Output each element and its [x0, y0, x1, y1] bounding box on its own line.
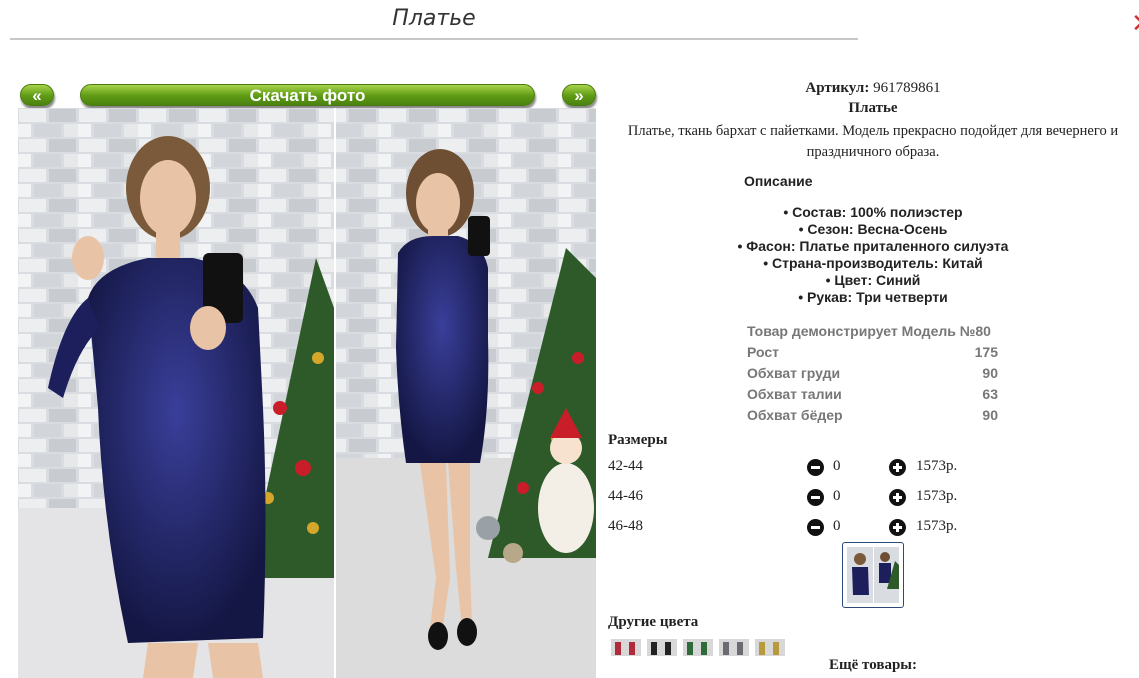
color-variant-thumbnail[interactable]	[719, 639, 749, 656]
plus-icon[interactable]	[889, 459, 906, 476]
size-price: 1573р.	[916, 518, 958, 534]
article-value: 961789861	[873, 80, 941, 96]
product-name: Платье	[848, 100, 898, 116]
plus-icon[interactable]	[889, 489, 906, 506]
other-colors-heading: Другие цвета	[608, 614, 699, 630]
photo-thumbnail[interactable]	[842, 542, 904, 608]
close-icon[interactable]: ✕	[1131, 10, 1139, 38]
title-divider	[10, 38, 858, 40]
model-param-row: Обхват бёдер 90	[747, 407, 998, 423]
size-row: 46-48 0 1573р.	[608, 518, 1028, 540]
minus-icon[interactable]	[807, 489, 824, 506]
features-list: • Состав: 100% полиэстер • Сезон: Весна-…	[608, 204, 1138, 306]
model-title: Товар демонстрирует Модель №80	[747, 323, 991, 339]
color-variant-thumbnail[interactable]	[683, 639, 713, 656]
article-label: Артикул:	[805, 80, 870, 96]
feature-item: • Состав: 100% полиэстер	[783, 204, 963, 220]
size-quantity: 0	[833, 488, 841, 504]
color-variant-thumbnail[interactable]	[755, 639, 785, 656]
size-name: 46-48	[608, 518, 643, 534]
model-param-row: Обхват груди 90	[747, 365, 998, 381]
feature-item: • Фасон: Платье приталенного силуэта	[737, 238, 1009, 254]
more-products-heading: Ещё товары:	[828, 657, 918, 673]
param-label: Обхват груди	[747, 365, 841, 381]
size-row: 42-44 0 1573р.	[608, 458, 1028, 480]
color-variant-thumbnail[interactable]	[611, 639, 641, 656]
param-value: 90	[982, 365, 998, 381]
color-variant-thumbnail[interactable]	[647, 639, 677, 656]
param-label: Обхват бёдер	[747, 407, 843, 423]
size-price: 1573р.	[916, 458, 958, 474]
next-photo-button[interactable]: »	[562, 84, 596, 106]
minus-icon[interactable]	[807, 459, 824, 476]
product-photo	[18, 108, 596, 678]
feature-item: • Цвет: Синий	[825, 272, 921, 288]
size-name: 44-46	[608, 488, 643, 504]
param-value: 63	[982, 386, 998, 402]
article-line: Артикул: 961789861	[608, 80, 1138, 97]
param-value: 90	[982, 407, 998, 423]
size-name: 42-44	[608, 458, 643, 474]
sizes-heading: Размеры	[608, 432, 668, 448]
size-quantity: 0	[833, 518, 841, 534]
model-param-row: Рост 175	[747, 344, 998, 360]
prev-photo-button[interactable]: «	[20, 84, 54, 106]
size-quantity: 0	[833, 458, 841, 474]
param-value: 175	[974, 344, 998, 360]
download-photo-button[interactable]: Скачать фото	[80, 84, 535, 106]
minus-icon[interactable]	[807, 519, 824, 536]
short-description: Платье, ткань бархат с пайетками. Модель…	[627, 123, 1119, 160]
model-param-row: Обхват талии 63	[747, 386, 998, 402]
page-title: Платье	[392, 6, 476, 31]
plus-icon[interactable]	[889, 519, 906, 536]
size-price: 1573р.	[916, 488, 958, 504]
feature-item: • Страна-производитель: Китай	[763, 255, 983, 271]
description-heading: Описание	[744, 173, 813, 189]
feature-item: • Рукав: Три четверти	[798, 289, 948, 305]
feature-item: • Сезон: Весна-Осень	[798, 221, 948, 237]
param-label: Рост	[747, 344, 779, 360]
param-label: Обхват талии	[747, 386, 842, 402]
size-row: 44-46 0 1573р.	[608, 488, 1028, 510]
